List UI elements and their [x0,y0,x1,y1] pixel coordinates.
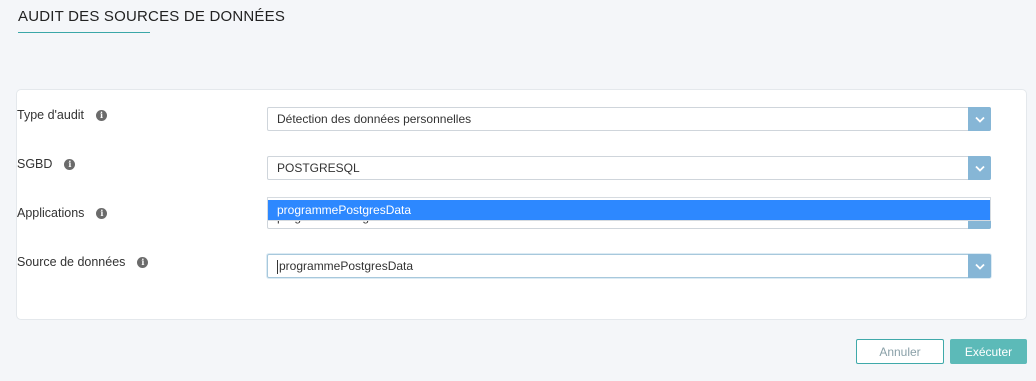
label-dbms: SGBD i [17,157,76,171]
text-cursor [277,259,278,274]
select-dbms[interactable]: POSTGRESQL [267,156,991,180]
chevron-down-icon[interactable] [968,156,991,180]
select-audit-type[interactable]: Détection des données personnelles [267,107,991,131]
label-audit-type: Type d'audit i [17,108,108,122]
select-data-source-value[interactable]: programmePostgresData [277,255,413,277]
select-data-source[interactable]: programmePostgresData [267,254,991,278]
select-dbms-value: POSTGRESQL [277,161,360,175]
label-data-source-text: Source de données [17,255,126,269]
info-icon[interactable]: i [96,109,108,121]
cancel-button[interactable]: Annuler [856,339,944,364]
label-applications-text: Applications [17,206,85,220]
label-data-source: Source de données i [17,255,149,269]
info-icon[interactable]: i [137,256,149,268]
title-underline [18,32,150,33]
chevron-down-icon[interactable] [968,107,991,131]
chevron-down-icon[interactable] [968,254,991,278]
label-audit-type-text: Type d'audit [17,108,85,122]
page-title: AUDIT DES SOURCES DE DONNÉES [18,8,286,25]
data-source-dropdown-list: programmePostgresData [267,197,991,221]
info-icon[interactable]: i [96,207,108,219]
select-data-source-value-text: programmePostgresData [279,259,414,273]
select-audit-type-value: Détection des données personnelles [277,112,472,126]
run-button[interactable]: Exécuter [950,339,1027,364]
info-icon[interactable]: i [64,158,76,170]
dropdown-option[interactable]: programmePostgresData [268,200,990,220]
label-applications: Applications i [17,206,108,220]
label-dbms-text: SGBD [17,157,53,171]
